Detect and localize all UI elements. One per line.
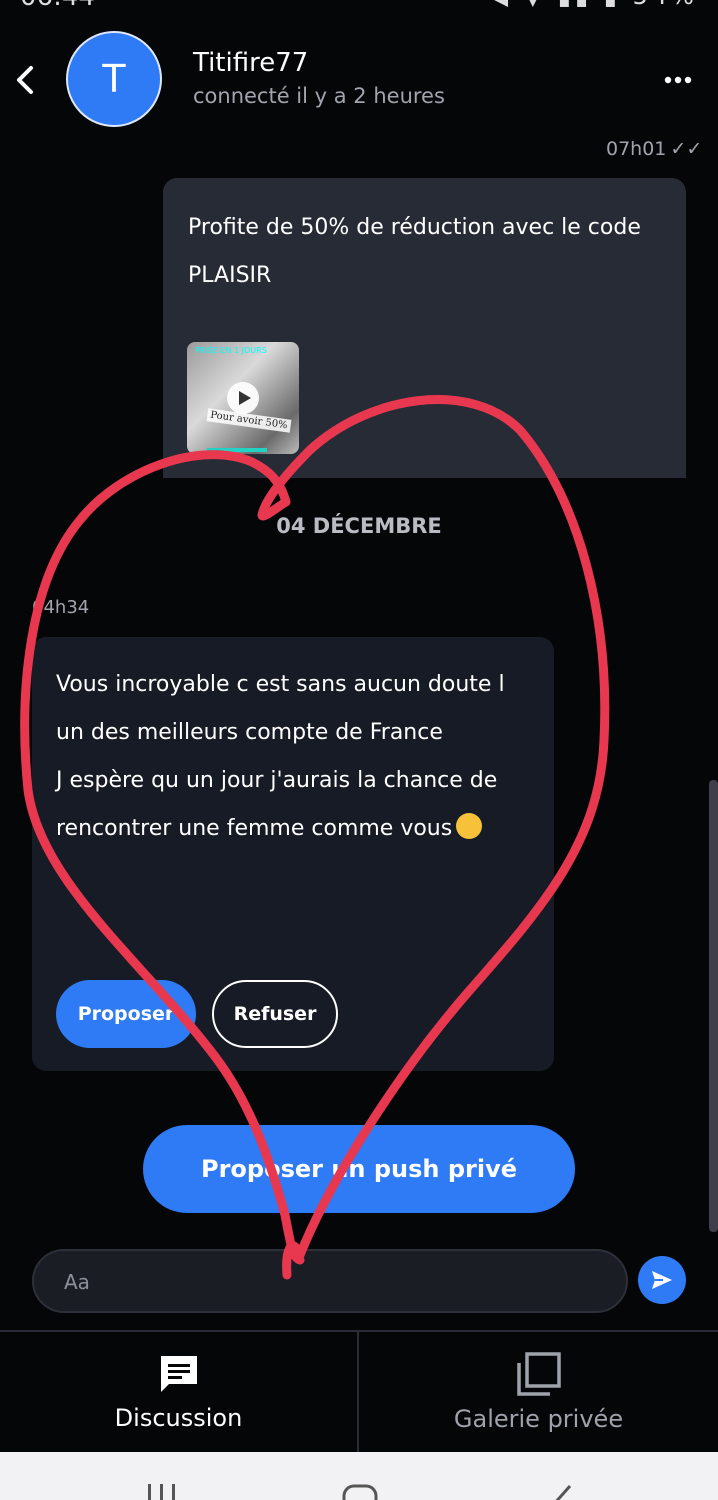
read-receipt-icon: ✓✓ (670, 138, 703, 160)
recent-apps-icon[interactable] (142, 1482, 182, 1500)
refuse-button[interactable]: Refuser (212, 980, 338, 1048)
thumbnail-progress-bar (207, 448, 267, 452)
message-input[interactable] (64, 1265, 604, 1299)
send-button[interactable] (638, 1256, 686, 1304)
more-options-button[interactable] (664, 72, 692, 88)
system-navigation-bar (0, 1452, 718, 1500)
tab-private-gallery[interactable]: Galerie privée (359, 1332, 718, 1452)
message-composer (32, 1249, 628, 1313)
back-button[interactable] (10, 60, 40, 100)
thumbnail-tag: PRISE EN 1 JOURS (195, 346, 267, 355)
bottom-tab-bar: Discussion Galerie privée (0, 1330, 718, 1452)
date-separator: 04 DÉCEMBRE (276, 514, 442, 538)
avatar[interactable]: T (66, 31, 162, 127)
propose-private-push-button[interactable]: Proposer un push privé (143, 1125, 575, 1213)
outgoing-message-bubble: Profite de 50% de réduction avec le code… (163, 178, 686, 478)
status-time: 06:44 (20, 0, 95, 10)
contact-name: Titifire77 (193, 48, 309, 78)
outgoing-message-text: Profite de 50% de réduction avec le code… (188, 215, 641, 288)
chat-header: T Titifire77 connecté il y a 2 heures (0, 20, 718, 140)
previous-message-time: 07h01 ✓✓ (606, 138, 702, 160)
incoming-message-body: Vous incroyable c est sans aucun doute l… (56, 672, 505, 841)
video-thumbnail[interactable]: PRISE EN 1 JOURS Pour avoir 50% (187, 342, 299, 454)
kiss-emoji-icon (456, 813, 483, 839)
message-time: 07h01 (606, 138, 667, 160)
tab-discussion[interactable]: Discussion (0, 1332, 359, 1452)
status-icons: ◀ ▼ ▮▮ ▮ 54% (490, 0, 698, 10)
incoming-message-time: 04h34 (32, 597, 90, 618)
last-seen-status: connecté il y a 2 heures (193, 84, 445, 108)
chevron-left-icon (17, 66, 33, 94)
tab-label: Discussion (114, 1404, 243, 1432)
back-nav-icon[interactable] (540, 1482, 580, 1500)
tab-label: Galerie privée (453, 1405, 624, 1433)
status-bar: 06:44 ◀ ▼ ▮▮ ▮ 54% (0, 0, 718, 10)
more-horizontal-icon (664, 76, 692, 84)
gallery-icon (516, 1352, 561, 1396)
send-icon (652, 1271, 672, 1289)
incoming-message-bubble: Vous incroyable c est sans aucun doute l… (32, 637, 554, 1071)
propose-button[interactable]: Proposer (56, 980, 196, 1048)
incoming-message-text: Vous incroyable c est sans aucun doute l… (56, 661, 536, 853)
home-icon[interactable] (340, 1482, 380, 1500)
chat-icon (160, 1356, 197, 1392)
play-icon[interactable] (227, 382, 259, 414)
scrollbar[interactable] (709, 780, 718, 1232)
